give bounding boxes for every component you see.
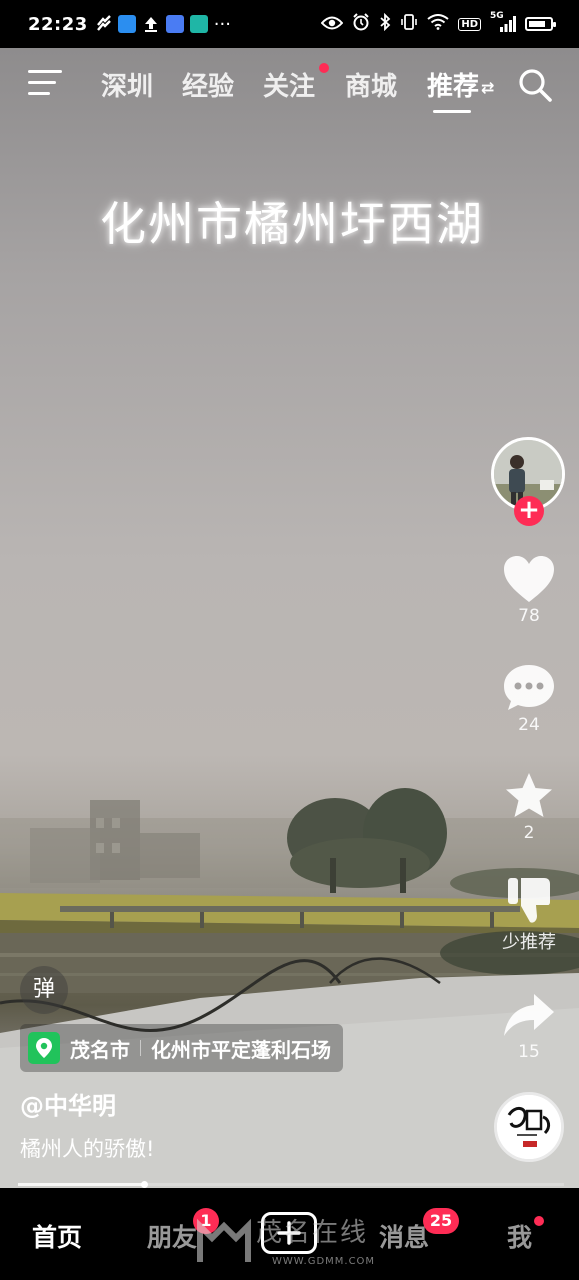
tab-mall[interactable]: 商城 <box>345 66 397 103</box>
me-new-dot <box>534 1216 544 1226</box>
battery-level <box>529 21 545 27</box>
thumbs-down-icon <box>508 878 550 923</box>
tab-following[interactable]: 关注 <box>263 66 315 103</box>
location-place: 化州市平定蓬利石场 <box>151 1037 331 1062</box>
video-description: 橘州人的骄傲! <box>20 1137 155 1161</box>
watermark-title: 茂名在线 <box>256 1218 369 1248</box>
swap-icon: ⇄ <box>481 78 495 97</box>
tab-recommend[interactable]: 推荐 ⇄ <box>427 66 495 113</box>
following-new-dot <box>319 63 329 73</box>
share-count: 15 <box>518 1042 540 1062</box>
favorite-button[interactable]: 2 <box>496 771 562 843</box>
watermark-logo-icon <box>197 1218 251 1262</box>
progress-knob[interactable] <box>140 1181 148 1188</box>
app-notification-icon <box>96 15 112 33</box>
site-watermark: 茂名在线 WWW.GDMM.COM <box>196 1206 396 1276</box>
less-recommend-label: 少推荐 <box>502 932 556 953</box>
battery-icon <box>525 17 556 31</box>
share-arrow-icon <box>504 994 554 1036</box>
menu-icon[interactable] <box>28 70 62 98</box>
status-right: HD 5G <box>320 0 556 48</box>
status-bar: 22:23 ··· HD 5G <box>0 0 579 48</box>
app-notification-icon <box>117 15 136 33</box>
author-name[interactable]: @中华明 <box>20 1086 116 1121</box>
video-progress-bar[interactable] <box>18 1181 564 1188</box>
nav-friends[interactable]: 朋友 <box>147 1218 197 1254</box>
top-nav: 深圳 经验 关注 商城 推荐 ⇄ <box>0 55 579 115</box>
less-recommend-button[interactable]: 少推荐 <box>496 876 562 954</box>
alarm-icon <box>352 13 370 35</box>
comment-count: 24 <box>518 715 540 735</box>
location-tag[interactable]: 茂名市 化州市平定蓬利石场 <box>20 1024 343 1072</box>
hd-indicator: HD <box>458 17 481 31</box>
signal-5g-icon: 5G <box>490 11 516 33</box>
more-notifications-icon: ··· <box>213 13 231 35</box>
danmu-toggle-button[interactable]: 弹 <box>20 966 68 1014</box>
favorite-count: 2 <box>523 823 535 843</box>
nav-me[interactable]: 我 <box>507 1218 532 1254</box>
watermark-url: WWW.GDMM.COM <box>272 1256 376 1267</box>
share-button[interactable]: 15 <box>496 990 562 1062</box>
star-icon <box>506 773 552 817</box>
location-separator <box>140 1040 141 1056</box>
tab-shenzhen[interactable]: 深圳 <box>101 66 153 103</box>
heart-icon <box>504 556 554 602</box>
notification-icons: ··· <box>96 14 231 35</box>
tab-experience[interactable]: 经验 <box>182 66 234 103</box>
boss-app-icon <box>189 15 208 33</box>
vibrate-icon <box>400 13 418 35</box>
follow-button[interactable]: + <box>514 496 544 526</box>
music-cover-image <box>497 1095 561 1159</box>
comment-icon <box>504 665 554 710</box>
status-time: 22:23 <box>28 13 88 35</box>
danmu-label: 弹 <box>32 977 55 1002</box>
music-disc[interactable] <box>494 1092 564 1162</box>
comment-button[interactable]: 24 <box>496 663 562 735</box>
bluetooth-icon <box>379 12 391 35</box>
wifi-icon <box>427 14 449 34</box>
app-notification-icon <box>165 15 184 33</box>
video-overlay-caption: 化州市橘州圩西湖 <box>100 197 484 251</box>
nav-home[interactable]: 首页 <box>32 1218 82 1254</box>
messages-badge: 25 <box>423 1208 459 1234</box>
tab-recommend-label: 推荐 <box>427 72 480 102</box>
like-button[interactable]: 78 <box>496 554 562 626</box>
location-pin-icon <box>28 1032 60 1064</box>
search-icon[interactable] <box>517 67 553 103</box>
progress-fill <box>18 1183 144 1186</box>
upload-icon <box>142 15 160 33</box>
like-count: 78 <box>518 606 540 626</box>
location-city: 茂名市 <box>70 1037 130 1062</box>
eye-icon <box>320 15 344 34</box>
